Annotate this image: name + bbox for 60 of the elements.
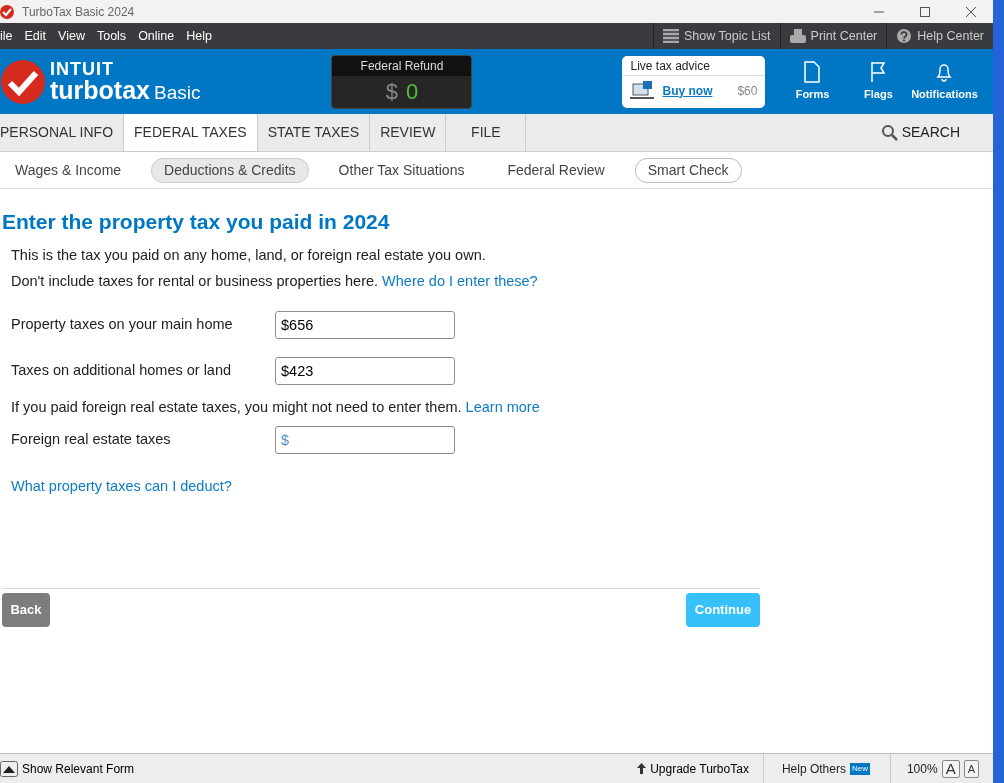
input-field[interactable]: $656	[275, 311, 455, 340]
search-icon	[881, 124, 898, 141]
header-button[interactable]: Flags	[845, 60, 912, 103]
nav-tab[interactable]: PERSONAL INFO	[0, 114, 125, 151]
page-heading: Enter the property tax you paid in 2024	[2, 209, 391, 235]
product-name: turbotax	[50, 78, 150, 103]
document-icon	[803, 60, 822, 83]
refund-label: Federal Refund	[332, 55, 472, 76]
app-logo-icon	[0, 4, 14, 19]
input-field[interactable]: $	[275, 426, 455, 455]
header-button[interactable]: Forms	[779, 60, 846, 103]
nav-tab[interactable]: FEDERAL TAXES	[124, 114, 258, 151]
font-smaller-button[interactable]: A	[963, 759, 979, 778]
header-button[interactable]: Notifications	[911, 60, 978, 103]
currency-sign: $	[385, 77, 398, 106]
foreign-note: If you paid foreign real estate taxes, you might not need to enter them. Learn more	[11, 398, 541, 418]
brand-name: INTUIT	[50, 60, 115, 78]
menu-item[interactable]: Edit	[18, 26, 53, 46]
menu-item[interactable]: ile	[0, 26, 19, 46]
turbotax-check-logo-icon	[0, 58, 46, 105]
advice-title: Live tax advice	[622, 55, 766, 76]
sub-tab[interactable]: Other Tax Situations	[325, 157, 478, 183]
window-title: TurboTax Basic 2024	[22, 3, 135, 21]
price: $60	[737, 82, 758, 100]
sub-tab[interactable]: Federal Review	[494, 157, 618, 183]
menu-item[interactable]: Help	[180, 26, 218, 46]
flag-icon	[869, 60, 888, 83]
laptop-icon	[630, 80, 655, 101]
refund-amount: 0	[405, 77, 419, 106]
intro-text: This is the tax you paid on any home, land, or foreign real estate you own.	[11, 246, 487, 266]
search-button[interactable]: SEARCH	[875, 114, 966, 151]
help-others-link[interactable]: Help Others	[781, 759, 846, 778]
new-badge: New	[849, 762, 870, 775]
font-larger-button[interactable]: A	[941, 759, 960, 778]
upgrade-button[interactable]: Upgrade TurboTax	[637, 759, 749, 778]
help-link[interactable]: What property taxes can I deduct?	[11, 476, 232, 498]
menu-item[interactable]: View	[52, 26, 91, 46]
help-link[interactable]: Where do I enter these?	[382, 273, 538, 290]
help-icon	[896, 29, 913, 43]
show-form-button[interactable]: Show Relevant Form	[0, 759, 135, 778]
edition-name: Basic	[154, 83, 201, 102]
note-text: Don't include taxes for rental or business properties here. Where do I enter these?	[11, 272, 539, 292]
sub-tab[interactable]: Deductions & Credits	[151, 157, 309, 183]
close-icon	[966, 6, 976, 17]
field-label: Property taxes on your main home	[11, 315, 234, 335]
arrow-up-icon	[637, 763, 647, 774]
sub-tab[interactable]: Wages & Income	[2, 157, 135, 183]
buy-now-link[interactable]: Buy now	[662, 81, 713, 100]
field-label: Taxes on additional homes or land	[11, 361, 233, 381]
maximize-icon	[920, 6, 930, 17]
zoom-level: 100%	[906, 760, 938, 778]
back-button[interactable]: Back	[2, 593, 50, 628]
menu-item[interactable]: Online	[132, 26, 181, 46]
learn-more-link[interactable]: Learn more	[465, 399, 540, 416]
input-field[interactable]: $423	[275, 357, 455, 386]
sub-tab[interactable]: Smart Check	[634, 157, 742, 183]
list-icon	[662, 29, 679, 43]
printer-icon	[789, 29, 806, 43]
menu-item[interactable]: Tools	[90, 26, 133, 46]
field-label: Foreign real estate taxes	[11, 430, 172, 450]
